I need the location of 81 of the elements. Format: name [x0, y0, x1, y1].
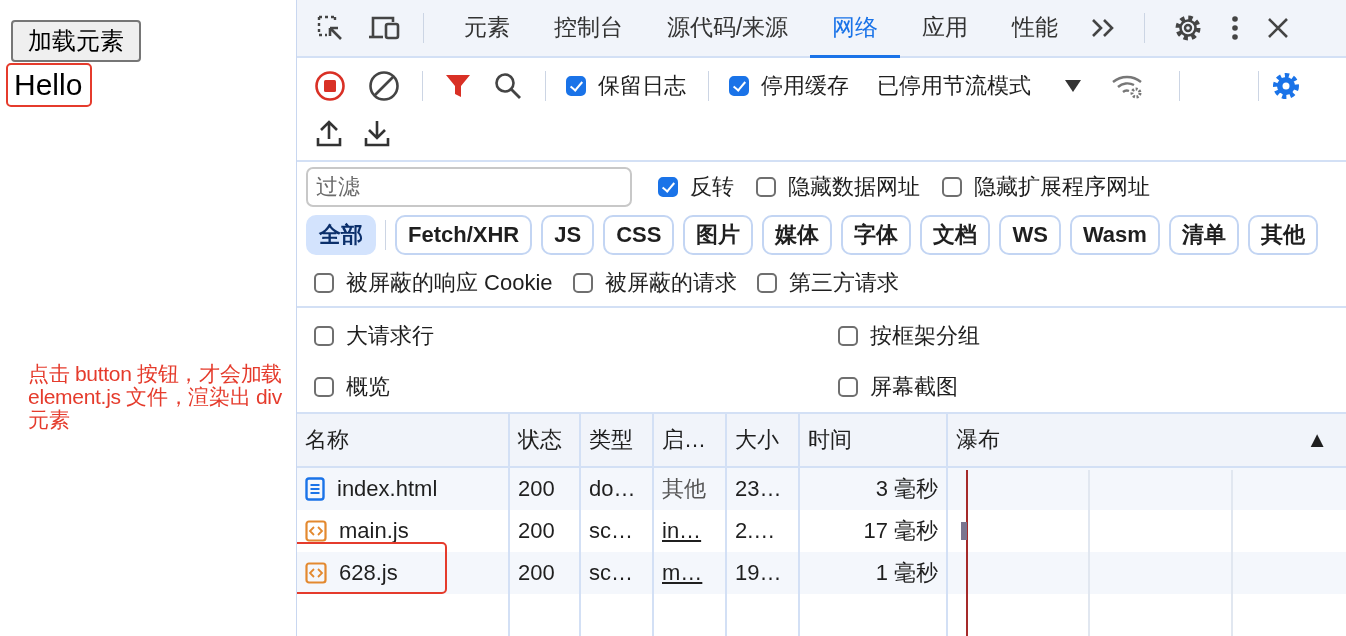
column-title: 瀑布	[956, 426, 1000, 454]
table-cell: 1 毫秒	[800, 552, 948, 594]
filter-icon[interactable]	[445, 73, 471, 99]
checkbox[interactable]	[838, 325, 858, 346]
table-cell: 200	[510, 552, 581, 594]
record-icon[interactable]	[314, 70, 346, 102]
dropdown-caret-icon[interactable]	[1065, 80, 1081, 92]
load-button[interactable]: 加载元素	[11, 20, 141, 62]
checkbox[interactable]	[756, 273, 777, 293]
checkbox-label: 被屏蔽的响应 Cookie	[346, 269, 553, 297]
column-header[interactable]: 时间	[800, 414, 948, 468]
checkbox[interactable]	[314, 273, 334, 293]
type-filter-chip[interactable]: 全部	[306, 215, 376, 255]
table-cell: 200	[510, 468, 581, 510]
table-cell-text: 其他	[662, 475, 706, 503]
table-cell: 23…	[727, 468, 800, 510]
checkbox-label: 概览	[346, 372, 390, 401]
clear-icon[interactable]	[368, 70, 400, 102]
download-icon[interactable]	[364, 119, 390, 147]
checkbox-label: 屏幕截图	[870, 372, 958, 401]
type-filter-chip[interactable]: JS	[541, 215, 595, 255]
menu-icon[interactable]	[1231, 15, 1240, 41]
upload-icon[interactable]	[316, 119, 342, 147]
file-name[interactable]: main.js	[339, 518, 409, 544]
checkbox[interactable]	[756, 177, 776, 197]
checkbox[interactable]	[566, 76, 586, 96]
checkbox-label: 按框架分组	[870, 321, 980, 350]
panel-tab[interactable]: 控制台	[532, 0, 645, 58]
sort-indicator[interactable]: ▲	[1306, 427, 1328, 453]
panel-tab[interactable]: 网络	[810, 0, 901, 58]
document-icon	[305, 477, 325, 501]
checkbox[interactable]	[729, 76, 749, 96]
checkbox[interactable]	[838, 376, 858, 397]
checkbox[interactable]	[572, 273, 593, 293]
checkbox[interactable]	[658, 177, 678, 197]
panel-tab[interactable]: 应用	[900, 0, 991, 58]
type-filter-chip[interactable]: Fetch/XHR	[395, 215, 533, 255]
search-icon[interactable]	[493, 71, 523, 101]
checkbox-label: 隐藏扩展程序网址	[974, 173, 1150, 201]
hello-text: Hello	[14, 68, 83, 102]
checkbox[interactable]	[314, 376, 334, 397]
annotation-text: 点击 button 按钮，才会加载 element.js 文件，渲染出 div 元素	[28, 362, 283, 432]
column-header[interactable]: 类型	[581, 414, 654, 468]
filter-field[interactable]: 过滤	[306, 167, 632, 207]
checkbox-label: 被屏蔽的请求	[604, 269, 737, 297]
table-cell: do…	[581, 468, 654, 510]
panel-tab[interactable]: 源代码/来源	[645, 0, 811, 58]
settings-icon[interactable]	[1271, 71, 1301, 101]
type-filter-chip[interactable]: WS	[999, 215, 1061, 255]
initiator-link[interactable]: in…	[662, 518, 702, 544]
column-header[interactable]: 瀑布 ▲	[948, 414, 1346, 468]
script-file-icon	[305, 520, 327, 542]
close-icon[interactable]	[1267, 17, 1290, 39]
checkbox[interactable]	[942, 177, 962, 197]
checkbox-label: 第三方请求	[788, 269, 899, 297]
column-header[interactable]: 名称	[297, 414, 510, 468]
throttling-select[interactable]: 已停用节流模式	[877, 71, 1031, 101]
table-cell: 3 毫秒	[800, 468, 948, 510]
checkbox-label: 停用缓存	[761, 72, 849, 100]
type-filter-chip[interactable]: 图片	[683, 215, 754, 255]
type-filter-chip[interactable]: 其他	[1247, 215, 1318, 255]
checkbox-label: 大请求行	[346, 321, 434, 350]
type-filter-chip[interactable]: CSS	[603, 215, 675, 255]
script-file-icon	[305, 562, 327, 584]
type-filter-chip[interactable]: 字体	[841, 215, 912, 255]
table-cell: sc…	[581, 552, 654, 594]
type-filter-chip[interactable]: 媒体	[762, 215, 833, 255]
checkbox[interactable]	[314, 325, 334, 346]
checkbox-label: 反转	[690, 173, 734, 201]
column-header[interactable]: 大小	[727, 414, 800, 468]
type-filter-chip[interactable]: Wasm	[1069, 215, 1160, 255]
file-name[interactable]: 628.js	[339, 560, 398, 586]
column-header[interactable]: 状态	[510, 414, 581, 468]
panel-tab[interactable]: 元素	[442, 0, 532, 58]
checkbox-label: 隐藏数据网址	[788, 173, 920, 201]
column-header[interactable]: 启…	[654, 414, 727, 468]
type-filter-chip[interactable]: 文档	[920, 215, 991, 255]
type-filter-chip[interactable]: 清单	[1168, 215, 1239, 255]
table-cell: 19…	[727, 552, 800, 594]
checkbox-label: 保留日志	[598, 72, 686, 100]
panel-tab[interactable]: 性能	[990, 0, 1081, 58]
